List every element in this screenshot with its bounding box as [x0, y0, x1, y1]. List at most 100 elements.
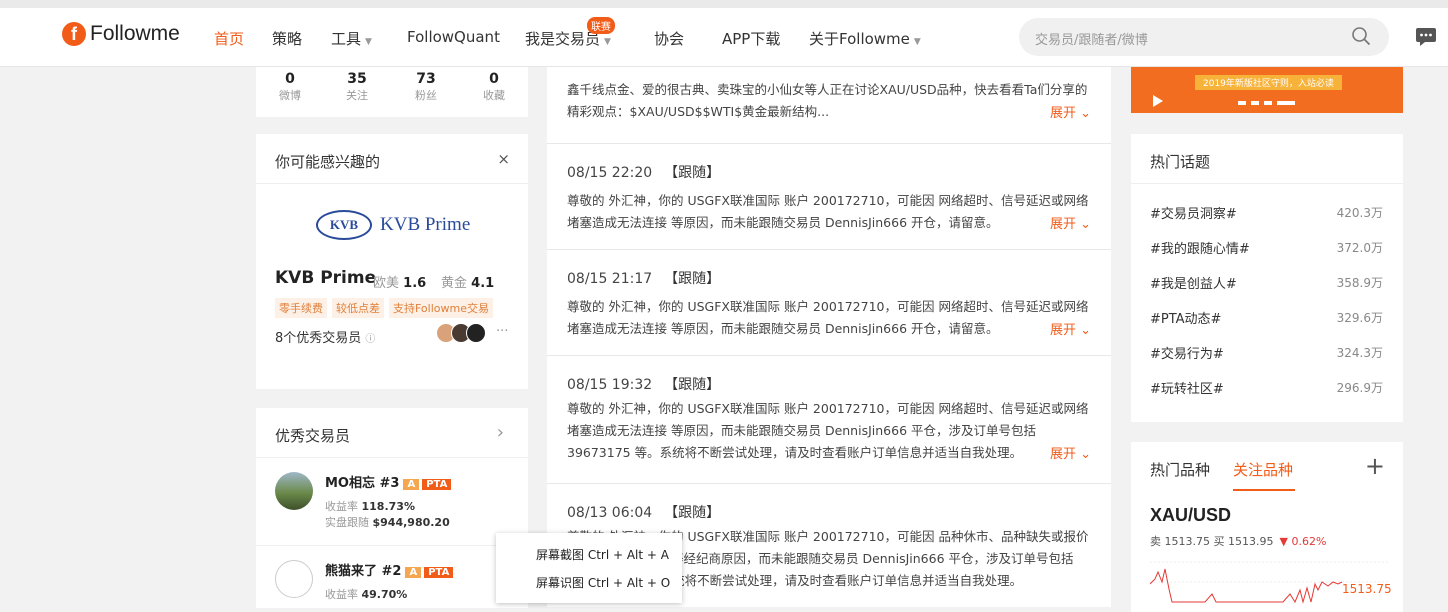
traders-count[interactable]: 8个优秀交易员 ⓘ	[275, 327, 375, 346]
instrument-symbol[interactable]: XAU/USD	[1150, 505, 1231, 526]
buy-price: 1513.95	[1228, 535, 1274, 548]
banner-text: 2019年新版社区守则，入站必读	[1195, 75, 1342, 90]
topic-count: 296.9万	[1336, 381, 1383, 395]
post-time: 08/15 19:32	[567, 377, 653, 393]
topic-item[interactable]: #玩转社区#	[1150, 378, 1224, 397]
broker-name[interactable]: KVB Prime	[275, 268, 376, 288]
stat-label: 收藏	[483, 89, 505, 102]
trader-name: MO相忘 #3 A PTA	[325, 472, 452, 491]
carousel-dot[interactable]	[1264, 101, 1272, 105]
nav-i-am-trader[interactable]: 我是交易员 ▼ 联赛	[525, 17, 615, 49]
carousel-dots[interactable]	[1238, 101, 1295, 105]
follow-label: 实盘跟随	[325, 516, 369, 529]
topic-item[interactable]: #交易员洞察#	[1150, 203, 1237, 222]
expand-label: 展开	[1049, 217, 1076, 232]
expand-label: 展开	[1049, 447, 1076, 462]
topic-count: 329.6万	[1336, 311, 1383, 325]
stat-label: 黄金	[441, 276, 468, 291]
active-tab-indicator	[1233, 489, 1295, 491]
interest-card: 你可能感兴趣的 × KVB KVB Prime KVB Prime 欧美 1.6…	[256, 134, 528, 389]
price-sparkline[interactable]	[1150, 554, 1390, 604]
topic-item[interactable]: #我是创益人#	[1150, 273, 1237, 292]
expand-link[interactable]: 展开 ⌄	[1050, 213, 1091, 232]
trader-follow: 实盘跟随 $944,980.20	[325, 514, 450, 530]
stat-value: 35	[347, 71, 367, 87]
carousel-dot[interactable]	[1251, 101, 1259, 105]
kvb-logo[interactable]: KVB KVB Prime	[316, 210, 470, 240]
post-time: 08/13 06:04	[567, 505, 653, 521]
topic-item[interactable]: #交易行为#	[1150, 343, 1224, 362]
search-input[interactable]: 交易员/跟随者/微博	[1035, 29, 1148, 48]
menu-item-screenshot[interactable]: 屏幕截图 Ctrl + Alt + A	[536, 546, 669, 563]
menu-item-screen-ocr[interactable]: 屏幕识图 Ctrl + Alt + O	[536, 574, 670, 591]
nav-association[interactable]: 协会	[654, 28, 684, 49]
stat-value: 73	[416, 71, 436, 87]
nav-about[interactable]: 关于Followme ▼	[809, 28, 921, 49]
chevron-down-icon: ⌄	[1080, 106, 1091, 121]
stat-label: 微博	[279, 89, 301, 102]
tag: 支持Followme交易	[389, 298, 493, 318]
tab-hot-instruments[interactable]: 热门品种	[1150, 459, 1210, 480]
post-type: 【跟随】	[664, 165, 721, 181]
carousel-dot[interactable]	[1238, 101, 1246, 105]
hot-topics-card: 热门话题 #交易员洞察# 420.3万 #我的跟随心情# 372.0万 #我是创益人…	[1131, 134, 1403, 422]
stat-label: 粉丝	[415, 89, 437, 102]
stat-label: 关注	[346, 89, 368, 102]
return-label: 收益率	[325, 500, 358, 513]
stat-favorites[interactable]: 0 收藏	[464, 71, 524, 103]
trader-avatars[interactable]	[436, 323, 486, 343]
avatar	[466, 323, 486, 343]
more-icon[interactable]: ···	[496, 324, 508, 339]
avatar	[275, 472, 313, 510]
expand-link[interactable]: 展开 ⌄	[1050, 319, 1091, 338]
add-icon[interactable]: +	[1365, 452, 1385, 480]
nav-followquant[interactable]: FollowQuant	[407, 28, 500, 46]
nav-strategy[interactable]: 策略	[272, 28, 302, 49]
nav-home[interactable]: 首页	[214, 28, 244, 49]
return-label: 收益率	[325, 588, 358, 601]
hot-topics-title: 热门话题	[1150, 153, 1211, 171]
best-traders-title: 优秀交易员	[275, 427, 351, 445]
divider	[256, 457, 528, 458]
top-navbar: f Followme 首页 策略 工具 ▼ FollowQuant 我是交易员 ▼ 联…	[0, 8, 1448, 67]
close-icon[interactable]: ×	[497, 150, 510, 168]
stat-fans[interactable]: 73 粉丝	[396, 71, 456, 103]
trader-return: 收益率 118.73%	[325, 498, 415, 514]
topic-item[interactable]: #我的跟随心情#	[1150, 238, 1250, 257]
stat-weibo[interactable]: 0 微博	[260, 71, 320, 103]
best-traders-card: 优秀交易员 › MO相忘 #3 A PTA 收益率 118.73% 实盘跟随 $94…	[256, 408, 528, 608]
feed-post[interactable]: 08/15 21:17 【跟随】 尊敬的 外汇神，你的 USGFX联准国际 账户 …	[547, 250, 1111, 356]
avatar	[275, 560, 313, 598]
tab-followed-instruments[interactable]: 关注品种	[1233, 459, 1293, 480]
feed-post[interactable]: 08/15 22:20 【跟随】 尊敬的 外汇神，你的 USGFX联准国际 账户 …	[547, 144, 1111, 250]
expand-link[interactable]: 展开 ⌄	[1050, 102, 1091, 121]
kvb-logo-mark: KVB	[316, 210, 372, 240]
topic-count: 420.3万	[1336, 206, 1383, 220]
post-time: 08/15 21:17	[567, 271, 653, 287]
stat-value: 4.1	[471, 276, 495, 291]
community-banner[interactable]: 2019年新版社区守则，入站必读	[1131, 67, 1403, 113]
chevron-right-icon[interactable]: ›	[497, 422, 504, 443]
stat-following[interactable]: 35 关注	[327, 71, 387, 103]
info-icon: ⓘ	[365, 334, 376, 345]
stat-value: 0	[285, 71, 295, 87]
chevron-down-icon: ⌄	[1080, 217, 1091, 232]
nav-trader-label: 我是交易员	[525, 30, 601, 48]
return-value: 118.73%	[361, 500, 415, 513]
expand-link[interactable]: 展开 ⌄	[1050, 443, 1091, 462]
feed-post[interactable]: 鑫千线点金、爱的很古典、卖珠宝的小仙女等人正在讨论XAU/USD品种，快去看看T…	[547, 67, 1111, 144]
topic-count: 358.9万	[1336, 276, 1383, 290]
last-price-label: 1513.75	[1342, 582, 1392, 596]
followme-logo[interactable]: f Followme	[62, 22, 180, 46]
message-icon[interactable]	[1415, 27, 1437, 47]
search-box[interactable]: 交易员/跟随者/微博	[1019, 18, 1389, 56]
divider	[256, 183, 528, 184]
post-body: 鑫千线点金、爱的很古典、卖珠宝的小仙女等人正在讨论XAU/USD品种，快去看看T…	[567, 82, 1088, 119]
search-icon[interactable]	[1351, 26, 1371, 46]
topic-item[interactable]: #PTA动态#	[1150, 308, 1221, 327]
topic-count: 372.0万	[1336, 241, 1383, 255]
nav-app-download[interactable]: APP下载	[722, 28, 780, 49]
feed-post[interactable]: 08/15 19:32 【跟随】 尊敬的 外汇神，你的 USGFX联准国际 账户 …	[547, 356, 1111, 484]
carousel-dot-active[interactable]	[1277, 101, 1295, 105]
nav-tools[interactable]: 工具 ▼	[331, 28, 372, 49]
